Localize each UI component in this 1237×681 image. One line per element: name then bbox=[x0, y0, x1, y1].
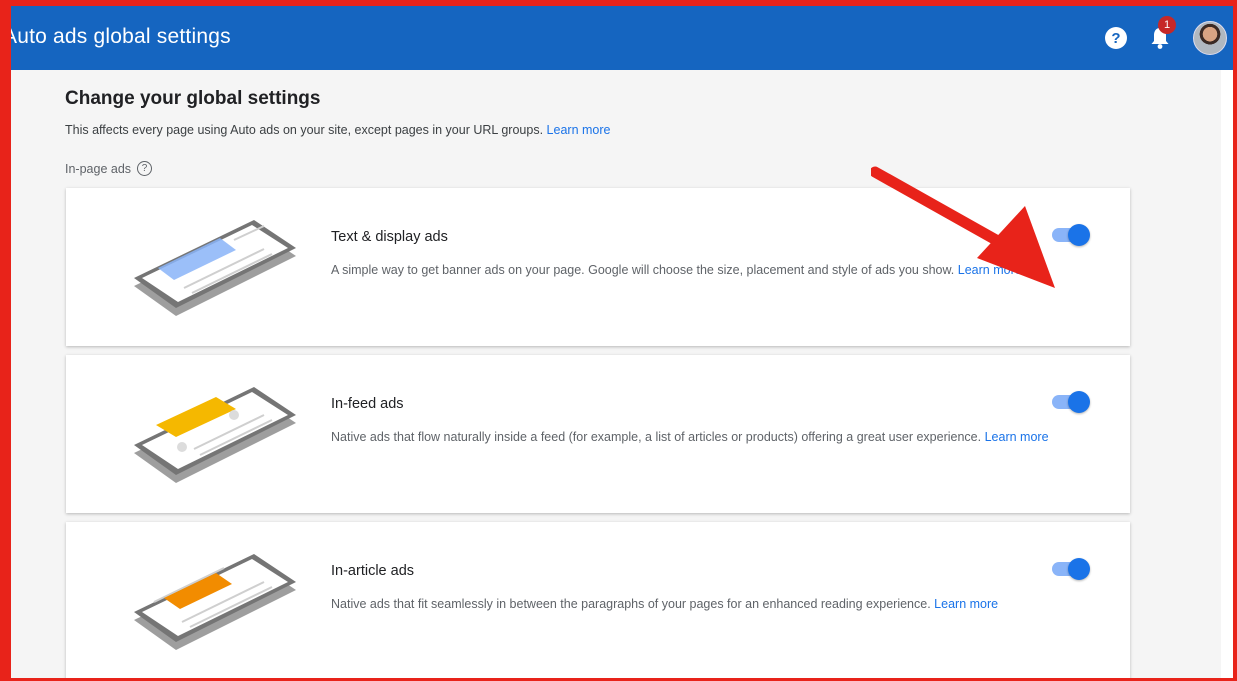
card-title: In-feed ads bbox=[331, 396, 404, 412]
learn-more-link[interactable]: Learn more bbox=[934, 597, 998, 611]
avatar[interactable] bbox=[1193, 21, 1227, 55]
app-bar-actions: ? 1 bbox=[1105, 6, 1227, 70]
app-bar: Auto ads global settings ? 1 bbox=[11, 6, 1233, 70]
learn-more-link[interactable]: Learn more bbox=[547, 123, 611, 137]
card-description: Native ads that flow naturally inside a … bbox=[331, 427, 1071, 448]
toggle-knob bbox=[1068, 558, 1090, 580]
card-description-text: A simple way to get banner ads on your p… bbox=[331, 263, 955, 277]
notification-badge: 1 bbox=[1158, 16, 1176, 34]
card-in-article-ads: In-article ads Native ads that fit seaml… bbox=[66, 522, 1130, 680]
right-edge-strip bbox=[1221, 70, 1233, 678]
help-icon[interactable]: ? bbox=[1105, 27, 1127, 49]
card-title: In-article ads bbox=[331, 563, 415, 579]
learn-more-link[interactable]: Learn more bbox=[985, 430, 1049, 444]
page-title: Change your global settings bbox=[65, 88, 321, 109]
card-description-text: Native ads that fit seamlessly in betwee… bbox=[331, 597, 931, 611]
app-bar-title: Auto ads global settings bbox=[11, 27, 231, 48]
phone-article-illustration-icon bbox=[134, 554, 296, 650]
page-description-text: This affects every page using Auto ads o… bbox=[65, 123, 544, 137]
card-in-feed-ads: In-feed ads Native ads that flow natural… bbox=[66, 355, 1130, 513]
card-title: Text & display ads bbox=[331, 229, 448, 245]
section-label-text: In-page ads bbox=[65, 161, 132, 176]
main-content: Change your global settings This affects… bbox=[11, 70, 1221, 680]
annotation-arrow-icon bbox=[871, 166, 1055, 288]
toggle-knob bbox=[1068, 391, 1090, 413]
card-description-text: Native ads that flow naturally inside a … bbox=[331, 430, 982, 444]
section-label: In-page ads ? bbox=[65, 161, 153, 176]
in-article-ads-toggle[interactable] bbox=[1052, 558, 1090, 580]
notifications-button[interactable]: 1 bbox=[1149, 16, 1176, 50]
card-description: Native ads that fit seamlessly in betwee… bbox=[331, 594, 1071, 615]
phone-banner-illustration-icon bbox=[134, 220, 296, 316]
in-feed-ads-toggle[interactable] bbox=[1052, 391, 1090, 413]
phone-feed-illustration-icon bbox=[134, 387, 296, 483]
help-circle-icon[interactable]: ? bbox=[137, 161, 153, 176]
app-bar-title-wrap: Auto ads global settings bbox=[11, 27, 311, 49]
page-description: This affects every page using Auto ads o… bbox=[65, 123, 610, 137]
